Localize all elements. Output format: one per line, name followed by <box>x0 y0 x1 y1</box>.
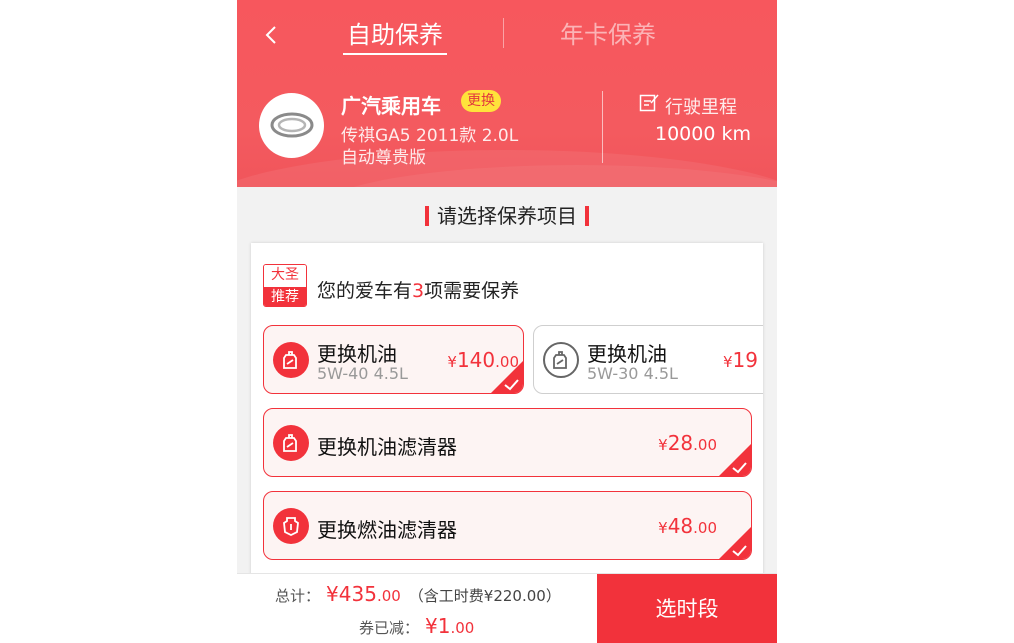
price-decimal: .00 <box>693 519 717 537</box>
mileage-label: 行驶里程 <box>665 97 737 118</box>
total-amount: ¥435.00 <box>326 582 401 606</box>
title-bar-left <box>425 206 429 226</box>
car-brand-name: 广汽乘用车 <box>341 94 441 118</box>
price-integer: 48 <box>667 514 694 538</box>
item-oil-5w40[interactable]: 更换机油 5W-40 4.5L ¥140.00 <box>263 325 524 394</box>
chevron-left-icon <box>265 26 276 44</box>
coupon-label: 券已减： <box>359 619 420 637</box>
tab-label: 年卡保养 <box>560 21 656 49</box>
recommend-text: 您的爱车有3项需要保养 <box>317 276 519 303</box>
item-price: ¥19 <box>723 348 758 372</box>
item-fuel-filter[interactable]: 更换燃油滤清器 ¥48.00 <box>263 491 752 560</box>
currency-symbol: ¥ <box>425 614 438 638</box>
total-integer: 435 <box>338 582 377 606</box>
tab-label: 自助保养 <box>347 21 443 49</box>
recommend-badge-bottom: 推荐 <box>264 287 306 306</box>
recommend-badge-top: 大圣 <box>264 265 306 287</box>
header-divider <box>602 91 603 163</box>
item-oil-filter[interactable]: 更换机油滤清器 ¥28.00 <box>263 408 752 477</box>
mileage-value[interactable]: 10000 km <box>655 123 751 145</box>
labor-fee: （含工时费¥220.00） <box>408 587 561 605</box>
currency-symbol: ¥ <box>723 353 733 371</box>
gac-logo-icon <box>270 112 314 138</box>
checkout-bar: 总计： ¥435.00 （含工时费¥220.00） 券已减： ¥1.00 选时段 <box>237 573 777 643</box>
fuel-filter-icon <box>273 508 309 544</box>
section-title-text: 请选择保养项目 <box>437 204 577 228</box>
item-spec: 5W-40 4.5L <box>317 364 408 383</box>
recommend-count: 3 <box>412 280 425 302</box>
tab-divider <box>503 18 504 48</box>
currency-symbol: ¥ <box>658 436 668 454</box>
item-name: 更换机油滤清器 <box>317 435 457 459</box>
item-spec: 5W-30 4.5L <box>587 364 678 383</box>
maintenance-card: 大圣 推荐 您的爱车有3项需要保养 更换机油 5W-40 4.5L ¥140.0… <box>251 243 763 583</box>
section-title: 请选择保养项目 <box>237 200 777 229</box>
price-decimal: .00 <box>693 436 717 454</box>
oil-can-icon <box>273 342 309 378</box>
currency-symbol: ¥ <box>447 353 457 371</box>
tab-self-maintenance[interactable]: 自助保养 <box>343 15 447 55</box>
price-integer: 19 <box>732 348 758 372</box>
recommend-text-prefix: 您的爱车有 <box>317 280 413 302</box>
tab-active-underline <box>343 53 447 55</box>
item-oil-5w30[interactable]: 更换机油 5W-30 4.5L ¥19 <box>533 325 763 394</box>
price-integer: 28 <box>667 431 694 455</box>
checkmark-icon <box>719 444 751 476</box>
currency-symbol: ¥ <box>658 519 668 537</box>
checkmark-icon <box>719 527 751 559</box>
back-button[interactable] <box>259 20 283 50</box>
recommend-text-suffix: 项需要保养 <box>424 280 520 302</box>
coupon-integer: 1 <box>437 614 451 638</box>
item-name: 更换机油 <box>317 342 397 366</box>
header: 自助保养 年卡保养 广汽乘用车 更换 传祺GA5 2011款 2.0L 自动尊贵… <box>237 0 777 187</box>
coupon-row: 券已减： ¥1.00 <box>359 614 474 638</box>
oil-filter-icon <box>273 425 309 461</box>
tab-annual-card[interactable]: 年卡保养 <box>560 15 656 53</box>
recommend-badge: 大圣 推荐 <box>263 264 307 307</box>
item-name: 更换燃油滤清器 <box>317 518 457 542</box>
oil-can-icon <box>543 342 579 378</box>
total-decimal: .00 <box>376 587 401 605</box>
item-price: ¥48.00 <box>658 514 717 538</box>
total-row: 总计： ¥435.00 （含工时费¥220.00） <box>275 582 561 606</box>
change-car-button[interactable]: 更换 <box>461 90 501 112</box>
item-name: 更换机油 <box>587 342 667 366</box>
select-time-slot-button[interactable]: 选时段 <box>597 574 777 643</box>
app-screen: 自助保养 年卡保养 广汽乘用车 更换 传祺GA5 2011款 2.0L 自动尊贵… <box>237 0 777 643</box>
coupon-amount: ¥1.00 <box>425 614 474 638</box>
edit-icon[interactable] <box>639 93 659 113</box>
coupon-decimal: .00 <box>450 619 475 637</box>
total-label: 总计： <box>275 587 321 605</box>
title-bar-right <box>585 206 589 226</box>
car-brand-logo <box>259 93 324 158</box>
car-trim: 自动尊贵版 <box>341 148 426 168</box>
checkmark-icon <box>491 361 523 393</box>
item-price: ¥28.00 <box>658 431 717 455</box>
currency-symbol: ¥ <box>326 582 339 606</box>
